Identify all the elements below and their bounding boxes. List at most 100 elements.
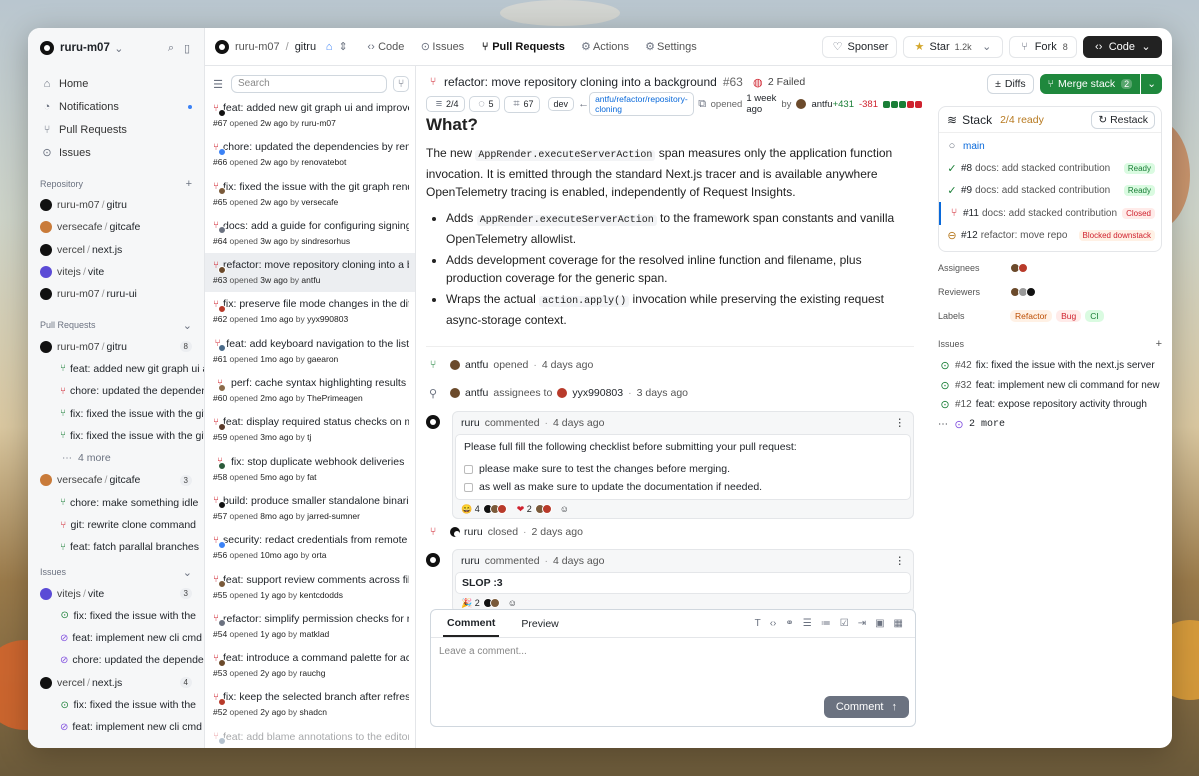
label-ci[interactable]: CI bbox=[1085, 309, 1104, 322]
pr-list-item[interactable]: ⑂ refactor: simplify permission checks fo… bbox=[205, 607, 415, 646]
chevron-down-icon[interactable]: ⌄ bbox=[980, 40, 994, 53]
table-icon[interactable]: ▦ bbox=[894, 618, 903, 629]
event-user[interactable]: ruru bbox=[464, 526, 483, 538]
comment-user[interactable]: ruru bbox=[461, 417, 480, 429]
group-item[interactable]: ⑂ git: rewrite clone command bbox=[28, 514, 204, 536]
comment-textarea[interactable]: Leave a comment... bbox=[431, 638, 915, 696]
sidebar-repo[interactable]: ruru-m07/ruru-ui bbox=[28, 283, 204, 305]
more-icon[interactable]: ⋮ bbox=[895, 417, 906, 429]
linked-issue[interactable]: ⊙ #42 fix: fixed the issue with the next.j… bbox=[938, 356, 1162, 376]
group-item[interactable]: ⊙ fix: fixed the issue with the bbox=[28, 694, 204, 716]
sidebar-repo[interactable]: versecafe / gitcafe bbox=[28, 216, 204, 238]
group-item[interactable]: ⊘ feat: implement new cli cmd bbox=[28, 716, 204, 738]
group-item[interactable]: ⊙ fix: fixed the issue with the bbox=[28, 605, 204, 627]
nav-notifications[interactable]: ◔ Notifications bbox=[28, 95, 204, 118]
filter-icon[interactable]: ☰ bbox=[211, 78, 225, 91]
code-dropdown-button[interactable]: ‹› Code ⌄ bbox=[1082, 35, 1162, 58]
indent-icon[interactable]: ⇥ bbox=[858, 618, 866, 629]
label-bug[interactable]: Bug bbox=[1056, 309, 1082, 322]
show-more[interactable]: ⋯ 4 more bbox=[28, 447, 204, 469]
group-item[interactable]: ⑂ fix: fixed the issue with the git graph bbox=[28, 402, 204, 424]
account-switcher[interactable]: ruru-m07 ⌄ ⌕ ▯ bbox=[28, 38, 204, 58]
event-user[interactable]: antfu bbox=[465, 387, 488, 399]
chevron-down-icon[interactable]: ⌄ bbox=[183, 319, 192, 332]
comment-user[interactable]: ruru bbox=[461, 555, 480, 567]
stack-item[interactable]: ✓ #8 docs: add stacked contribution Ready bbox=[939, 157, 1161, 179]
group-repo[interactable]: vitejs / vite 3 bbox=[28, 582, 204, 604]
merge-dropdown-button[interactable]: ⌄ bbox=[1141, 74, 1162, 94]
tab-pull-requests[interactable]: ⑂ Pull Requests bbox=[478, 28, 565, 66]
nav-pull-requests[interactable]: ⑂ Pull Requests bbox=[28, 118, 204, 141]
pr-list-item[interactable]: ⑂ feat: introduce a command palette for a… bbox=[205, 646, 415, 685]
label-refactor[interactable]: Refactor bbox=[1010, 309, 1053, 322]
add-reaction-icon[interactable]: ☺ bbox=[508, 598, 517, 608]
pr-list-item[interactable]: ⑂ docs: add a guide for configuring signi… bbox=[205, 214, 415, 253]
link-icon[interactable]: ⚭ bbox=[785, 618, 793, 629]
linked-issue[interactable]: ⊙ #32 feat: implement new cli command for … bbox=[938, 375, 1162, 395]
group-repo[interactable]: versecafe / gitcafe 3 bbox=[28, 469, 204, 491]
pr-list-item[interactable]: ⑂ perf: cache syntax highlighting results… bbox=[205, 371, 415, 410]
pr-list-item[interactable]: ⑂ refactor: move repository cloning into … bbox=[205, 253, 415, 293]
pr-list-item[interactable]: ⑂ fix: fixed the issue with the git graph… bbox=[205, 175, 415, 214]
pr-list-item[interactable]: ⑂ fix: preserve file mode changes in the … bbox=[205, 292, 415, 331]
checks-status[interactable]: 2 Failed bbox=[768, 76, 805, 88]
party-reaction[interactable]: 🎉 2 bbox=[461, 598, 480, 609]
sidebar-repo[interactable]: vercel / next.js bbox=[28, 239, 204, 261]
tab-preview[interactable]: Preview bbox=[517, 612, 562, 636]
more-issues[interactable]: ⋯ ⊙ 2 more bbox=[938, 414, 1162, 434]
stack-item[interactable]: ○ main bbox=[939, 135, 1161, 157]
group-item[interactable]: ⑂ chore: updated the dependencies bbox=[28, 380, 204, 402]
sponsor-button[interactable]: ♡ Sponser bbox=[821, 35, 898, 58]
pr-list-item[interactable]: ⑂chore: updated the dependencies by reno… bbox=[205, 135, 415, 174]
add-icon[interactable]: + bbox=[186, 178, 192, 190]
tab-comment[interactable]: Comment bbox=[443, 611, 500, 637]
chevron-down-icon[interactable]: ⌄ bbox=[183, 566, 192, 579]
pr-author[interactable]: antfu bbox=[811, 99, 832, 110]
pr-list-item[interactable]: ⑂fix: stop duplicate webhook deliveries#… bbox=[205, 450, 415, 489]
task-list-icon[interactable]: ☑ bbox=[840, 618, 849, 629]
copy-icon[interactable]: ⧉ bbox=[698, 98, 707, 111]
assignee-avatars[interactable] bbox=[1010, 262, 1028, 273]
comments-chip[interactable]: ◌ 5 bbox=[468, 96, 500, 112]
event-user[interactable]: antfu bbox=[465, 359, 488, 371]
group-repo[interactable]: vercel / next.js 4 bbox=[28, 672, 204, 694]
pull-request-icon[interactable]: ⑂ bbox=[393, 76, 409, 92]
star-button[interactable]: ★ Star 1.2k ⌄ bbox=[903, 35, 1003, 58]
image-icon[interactable]: ▣ bbox=[875, 618, 884, 629]
bullet-list-icon[interactable]: ☰ bbox=[803, 618, 812, 629]
stack-item[interactable]: ✓ #9 docs: add stacked contribution Ready bbox=[939, 180, 1161, 202]
pr-list-item[interactable]: ⑂ security: redact credentials from remot… bbox=[205, 528, 415, 567]
pr-list-item[interactable]: ⑂ feat: add keyboard navigation to the li… bbox=[205, 332, 415, 371]
merge-stack-button[interactable]: ⑂ Merge stack 2 bbox=[1039, 74, 1141, 94]
sidebar-repo[interactable]: ruru-m07/gitru bbox=[28, 194, 204, 216]
more-icon[interactable]: ⋮ bbox=[895, 555, 906, 567]
event-target[interactable]: yyx990803 bbox=[572, 387, 623, 399]
sidebar-toggle-icon[interactable]: ▯ bbox=[180, 42, 194, 55]
restack-button[interactable]: ↻ Restack bbox=[1091, 110, 1155, 129]
submit-comment-button[interactable]: Comment ↑ bbox=[823, 696, 909, 718]
nav-home[interactable]: ⌂ Home bbox=[28, 72, 204, 95]
group-item[interactable]: ⑂ chore: make something idle bbox=[28, 492, 204, 514]
breadcrumb-owner[interactable]: ruru-m07 bbox=[235, 41, 280, 53]
pr-list-item[interactable]: ⑂ feat: display required status checks on… bbox=[205, 410, 415, 449]
group-item[interactable]: ⊘chore: updated the dependencies bbox=[28, 649, 204, 671]
heart-reaction[interactable]: ❤ 2 bbox=[517, 504, 532, 515]
group-item[interactable]: ⊘ feat: implement new cli cmd bbox=[28, 627, 204, 649]
group-item[interactable]: ⑂ feat: added new git graph ui and improv bbox=[28, 358, 204, 380]
linked-issue[interactable]: ⊙ #12 feat: expose repository activity thr… bbox=[938, 395, 1162, 415]
pr-list-item[interactable]: ⑂ feat: add blame annotations to the edit… bbox=[205, 725, 415, 748]
commits-chip[interactable]: ≡ 2/4 bbox=[426, 96, 465, 112]
pr-list-item[interactable]: ⑂ feat: added new git graph ui and improv… bbox=[205, 96, 415, 135]
stack-item[interactable]: ⑂ #11 docs: add stacked contribution Closed bbox=[939, 202, 1161, 225]
group-item[interactable]: ⑂ fix: fixed the issue with the git graph bbox=[28, 425, 204, 447]
chevron-updown-icon[interactable]: ⇕ bbox=[336, 40, 350, 53]
checkbox[interactable] bbox=[464, 482, 473, 492]
breadcrumb-repo[interactable]: gitru bbox=[295, 41, 316, 53]
fork-button[interactable]: ⑂ Fork 8 bbox=[1008, 35, 1077, 58]
nav-issues[interactable]: ⊙ Issues bbox=[28, 141, 204, 164]
tab-issues[interactable]: ⊙ Issues bbox=[418, 28, 464, 66]
diffs-button[interactable]: ± Diffs bbox=[987, 74, 1034, 94]
search-input[interactable]: Search bbox=[231, 75, 387, 93]
sidebar-repo[interactable]: vitejs / vite bbox=[28, 261, 204, 283]
tab-code[interactable]: ‹› Code bbox=[364, 28, 404, 66]
